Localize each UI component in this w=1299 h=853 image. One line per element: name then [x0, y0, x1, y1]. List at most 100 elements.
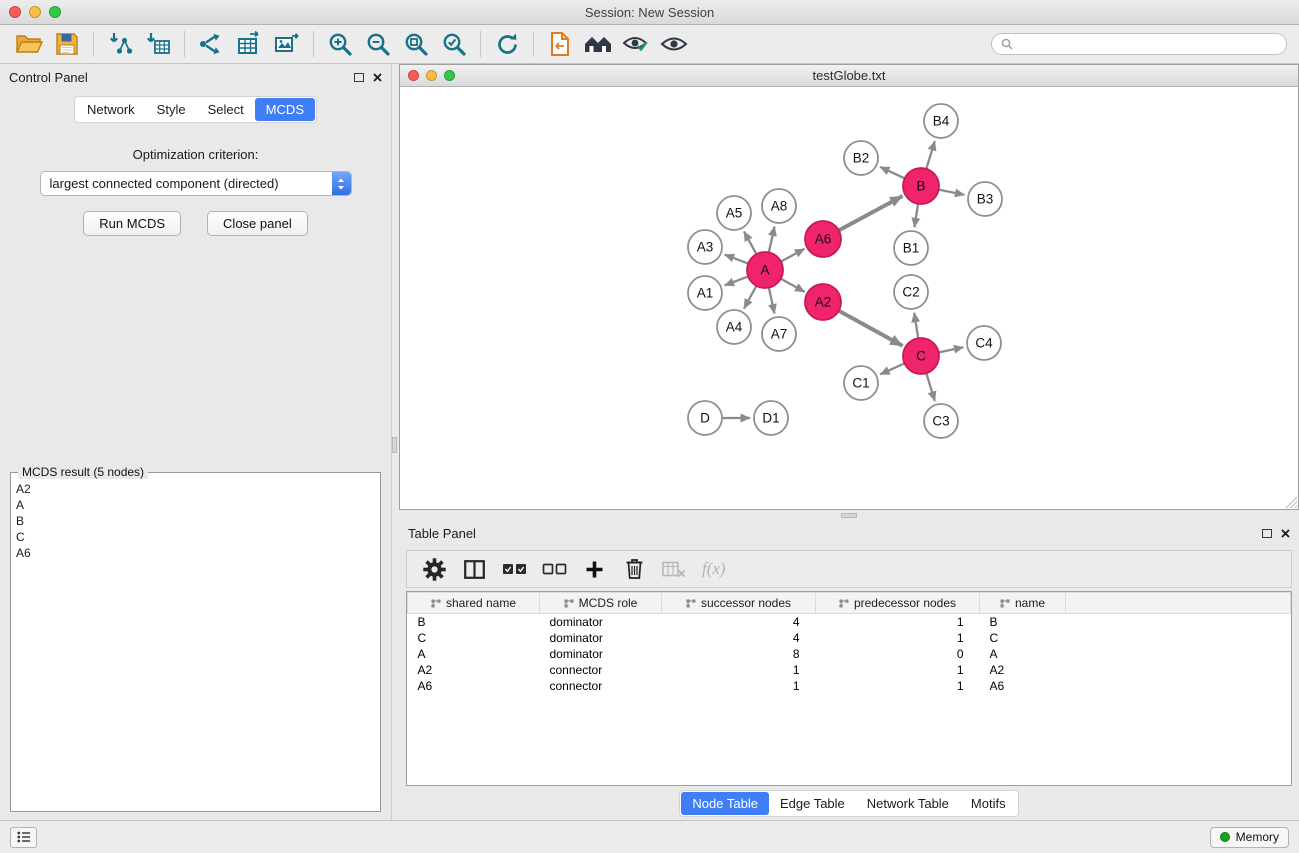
apply-layout-button[interactable]: [488, 28, 526, 60]
node-B2[interactable]: B2: [844, 141, 878, 175]
edge-A2-C[interactable]: [838, 310, 903, 346]
unselect-all-button[interactable]: [536, 554, 572, 584]
zoom-out-button[interactable]: [359, 28, 397, 60]
edge-B-B4[interactable]: [926, 141, 935, 170]
table-row[interactable]: A2connector11A2: [408, 662, 1291, 678]
delete-column-button[interactable]: [616, 554, 652, 584]
zoom-in-button[interactable]: [321, 28, 359, 60]
table-row[interactable]: Adominator80A: [408, 646, 1291, 662]
minimize-traffic-light[interactable]: [29, 6, 41, 18]
node-A1[interactable]: A1: [688, 276, 722, 310]
node-B3[interactable]: B3: [968, 182, 1002, 216]
edge-A-A7[interactable]: [769, 287, 775, 314]
zoom-selected-button[interactable]: [435, 28, 473, 60]
node-B1[interactable]: B1: [894, 231, 928, 265]
resize-grip[interactable]: [1284, 495, 1297, 508]
minimize-traffic-light[interactable]: [426, 70, 437, 81]
table-row[interactable]: A6connector11A6: [408, 678, 1291, 694]
node-A4[interactable]: A4: [717, 310, 751, 344]
create-column-button[interactable]: [576, 554, 612, 584]
table-tab-edge-table[interactable]: Edge Table: [769, 792, 856, 815]
node-A6[interactable]: A6: [805, 221, 841, 257]
table-settings-button[interactable]: [416, 554, 452, 584]
node-A3[interactable]: A3: [688, 230, 722, 264]
edge-B-B1[interactable]: [914, 203, 918, 227]
edge-A-A6[interactable]: [780, 249, 804, 262]
edge-C-C1[interactable]: [880, 363, 905, 374]
close-panel-button[interactable]: Close panel: [207, 211, 308, 236]
column-header-name[interactable]: name: [980, 593, 1066, 614]
node-C2[interactable]: C2: [894, 275, 928, 309]
zoom-fit-button[interactable]: [397, 28, 435, 60]
import-network-button[interactable]: [101, 28, 139, 60]
node-D[interactable]: D: [688, 401, 722, 435]
edge-A-A3[interactable]: [725, 255, 750, 264]
search-input[interactable]: [1018, 37, 1277, 51]
import-table-button[interactable]: [139, 28, 177, 60]
close-traffic-light[interactable]: [408, 70, 419, 81]
memory-button[interactable]: Memory: [1210, 827, 1289, 848]
panel-list-button[interactable]: [10, 827, 37, 848]
edge-B-B2[interactable]: [880, 167, 906, 179]
float-panel-icon[interactable]: [1262, 529, 1272, 538]
table-row[interactable]: Bdominator41B: [408, 614, 1291, 631]
edge-A-A5[interactable]: [744, 231, 757, 255]
show-details-button[interactable]: [617, 28, 655, 60]
node-A[interactable]: A: [747, 252, 783, 288]
table-tab-motifs[interactable]: Motifs: [960, 792, 1017, 815]
edge-A6-B[interactable]: [838, 196, 903, 231]
column-header-shared-name[interactable]: shared name: [408, 593, 540, 614]
tab-select[interactable]: Select: [197, 98, 255, 121]
table-row[interactable]: Cdominator41C: [408, 630, 1291, 646]
node-A5[interactable]: A5: [717, 196, 751, 230]
edge-A-A1[interactable]: [725, 276, 750, 285]
optimization-criterion-select[interactable]: largest connected component (directed): [40, 171, 352, 196]
node-C3[interactable]: C3: [924, 404, 958, 438]
column-header-predecessor-nodes[interactable]: predecessor nodes: [816, 593, 980, 614]
close-panel-icon[interactable]: [1281, 529, 1290, 538]
tab-style[interactable]: Style: [146, 98, 197, 121]
float-panel-icon[interactable]: [354, 73, 364, 82]
vertical-splitter-handle[interactable]: [392, 437, 397, 453]
column-header-successor-nodes[interactable]: successor nodes: [662, 593, 816, 614]
edge-C-C4[interactable]: [938, 347, 964, 352]
node-A8[interactable]: A8: [762, 189, 796, 223]
node-A2[interactable]: A2: [805, 284, 841, 320]
save-session-button[interactable]: [48, 28, 86, 60]
edge-A-A4[interactable]: [744, 285, 757, 309]
delete-table-button[interactable]: [656, 554, 692, 584]
node-C4[interactable]: C4: [967, 326, 1001, 360]
open-recent-button[interactable]: [541, 28, 579, 60]
edge-A-A2[interactable]: [780, 278, 805, 292]
edge-C-C2[interactable]: [914, 313, 918, 339]
network-graph[interactable]: B4 B2 B B3 A8 A5 A6 A3 B1 A C2 A1 A2 A4 A7 C4 C C1 D D1 C3: [400, 87, 1291, 511]
run-mcds-button[interactable]: Run MCDS: [83, 211, 181, 236]
zoom-traffic-light[interactable]: [49, 6, 61, 18]
network-from-table-button[interactable]: [230, 28, 268, 60]
search-box[interactable]: [991, 33, 1287, 55]
first-neighbors-button[interactable]: [579, 28, 617, 60]
column-header-MCDS-role[interactable]: MCDS role: [540, 593, 662, 614]
table-tab-node-table[interactable]: Node Table: [681, 792, 769, 815]
select-all-button[interactable]: [496, 554, 532, 584]
function-builder-button[interactable]: f(x): [696, 554, 732, 584]
node-D1[interactable]: D1: [754, 401, 788, 435]
clone-network-button[interactable]: [192, 28, 230, 60]
export-image-button[interactable]: [268, 28, 306, 60]
edge-B-B3[interactable]: [938, 189, 965, 194]
close-traffic-light[interactable]: [9, 6, 21, 18]
close-panel-icon[interactable]: [373, 73, 382, 82]
node-B[interactable]: B: [903, 168, 939, 204]
node-C1[interactable]: C1: [844, 366, 878, 400]
hide-details-button[interactable]: [655, 28, 693, 60]
edge-A-A8[interactable]: [769, 227, 775, 254]
network-canvas[interactable]: B4 B2 B B3 A8 A5 A6 A3 B1 A C2 A1 A2 A4 A7 C4 C C1 D D1 C3: [400, 87, 1298, 509]
node-B4[interactable]: B4: [924, 104, 958, 138]
zoom-traffic-light[interactable]: [444, 70, 455, 81]
node-C[interactable]: C: [903, 338, 939, 374]
show-columns-button[interactable]: [456, 554, 492, 584]
tab-network[interactable]: Network: [76, 98, 146, 121]
open-file-button[interactable]: [10, 28, 48, 60]
tab-mcds[interactable]: MCDS: [255, 98, 315, 121]
node-A7[interactable]: A7: [762, 317, 796, 351]
